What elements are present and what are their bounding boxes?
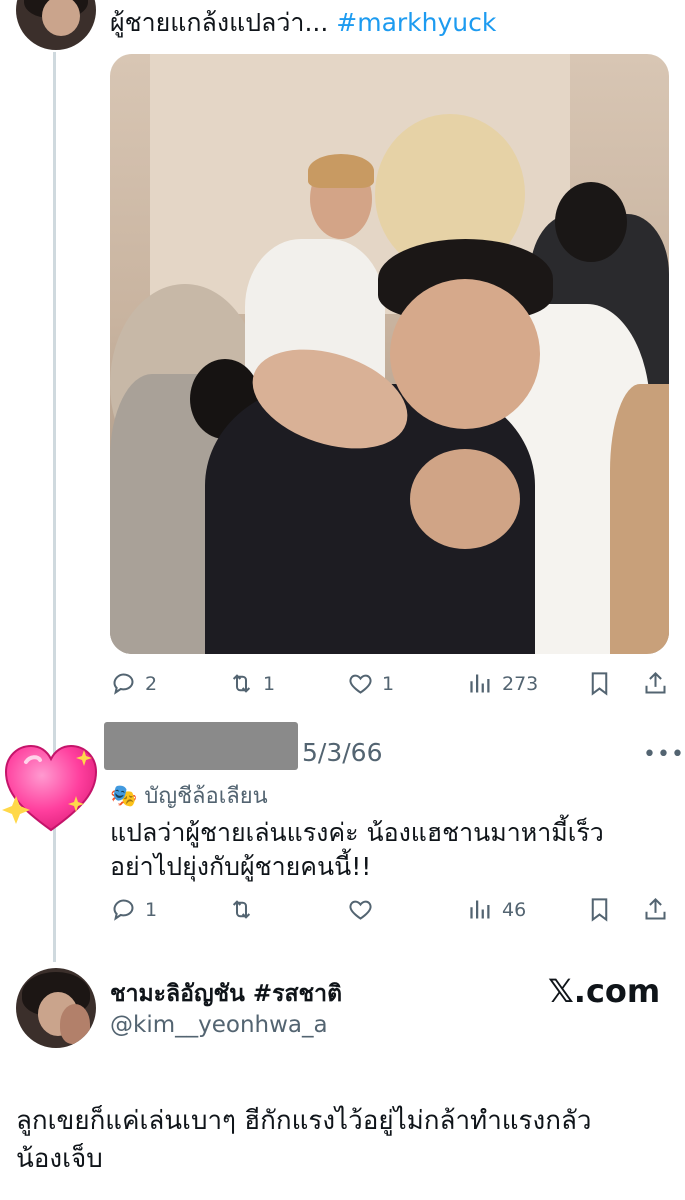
parody-label: 🎭 บัญชีล้อเลียน: [110, 778, 268, 813]
reply-text: แปลว่าผู้ชายเล่นแรงค่ะ น้องแฮชานมาหามี้เ…: [110, 816, 604, 884]
reply-icon: [113, 673, 134, 695]
author-display-name[interactable]: ชามะลิอัญชัน #รสชาติ: [110, 976, 342, 1012]
bookmark-action[interactable]: [586, 896, 613, 923]
caption-line1: ลูกเขยก็แค่เล่นเบาๆ ฮีกักแรงไว้อยู่ไม่กล…: [16, 1106, 592, 1136]
tweet-text-prefix: ผู้ชายแกล้งแปลว่า...: [110, 8, 329, 37]
retweet-icon: [232, 900, 251, 919]
caption: ลูกเขยก็แค่เล่นเบาๆ ฮีกักแรงไว้อยู่ไม่กล…: [16, 1102, 592, 1178]
hashtag-link[interactable]: #markhyuck: [336, 8, 496, 37]
author-handle[interactable]: @kim__yeonhwa_a: [110, 1012, 328, 1038]
heart-icon: [349, 900, 372, 920]
theater-masks-icon: 🎭: [110, 784, 138, 809]
more-dots-icon[interactable]: •••: [643, 742, 685, 767]
bar-chart-icon: [470, 900, 490, 919]
reply-date: 5/3/66: [302, 738, 383, 767]
reply-count: 2: [145, 672, 158, 695]
sparkling-heart-icon: [2, 744, 98, 832]
author-avatar[interactable]: [16, 968, 96, 1048]
bookmark-icon: [591, 672, 608, 696]
retweet-count: 1: [263, 672, 276, 695]
share-action[interactable]: [642, 896, 669, 923]
x-com-watermark: 𝕏.com: [548, 972, 661, 1010]
reply-count: 1: [145, 898, 158, 921]
reply-text-line1: แปลว่าผู้ชายเล่นแรงค่ะ น้องแฮชานมาหามี้เ…: [110, 818, 604, 847]
caption-line2: น้องเจ็บ: [16, 1144, 103, 1174]
views-count: 46: [502, 898, 527, 921]
like-action[interactable]: 1: [347, 670, 394, 697]
retweet-action[interactable]: 1: [228, 670, 275, 697]
views-action[interactable]: 273: [467, 670, 538, 697]
parody-label-text: บัญชีล้อเลียน: [144, 784, 268, 809]
bookmark-icon: [591, 898, 608, 922]
views-action[interactable]: 46: [467, 896, 526, 923]
bar-chart-icon: [470, 674, 490, 693]
reply-action[interactable]: 2: [110, 670, 157, 697]
like-action[interactable]: [347, 896, 374, 923]
retweet-icon: [232, 674, 251, 693]
share-icon: [645, 897, 666, 920]
avatar[interactable]: [16, 0, 96, 50]
views-count: 273: [502, 672, 539, 695]
like-count: 1: [382, 672, 395, 695]
redacted-name: [104, 722, 298, 770]
heart-icon: [349, 674, 372, 694]
share-icon: [645, 671, 666, 694]
reply-action[interactable]: 1: [110, 896, 157, 923]
retweet-action[interactable]: [228, 896, 255, 923]
reply-icon: [113, 899, 134, 921]
bookmark-action[interactable]: [586, 670, 613, 697]
reply-text-line2: อย่าไปยุ่งกับผู้ชายคนนี้!!: [110, 852, 372, 881]
share-action[interactable]: [642, 670, 669, 697]
tweet-photo[interactable]: [110, 54, 669, 654]
tweet-text: ผู้ชายแกล้งแปลว่า... #markhyuck: [110, 6, 496, 40]
